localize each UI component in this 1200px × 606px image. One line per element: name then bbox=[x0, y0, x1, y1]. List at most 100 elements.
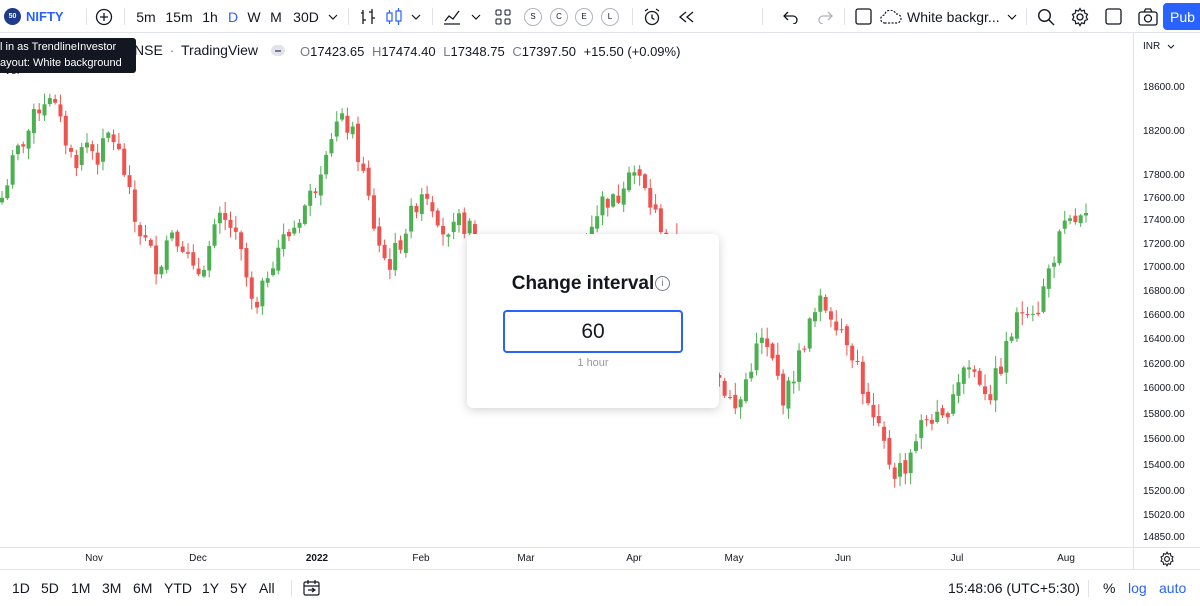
time-axis[interactable]: Nov Dec 2022 Feb Mar Apr May Jun Jul Aug bbox=[0, 547, 1200, 570]
toggle-s-button[interactable]: S bbox=[522, 0, 544, 33]
search-icon[interactable] bbox=[1034, 0, 1058, 33]
price-tick: 16600.00 bbox=[1143, 310, 1185, 321]
interval-input[interactable] bbox=[503, 310, 683, 353]
candle-body bbox=[898, 462, 903, 477]
interval-w[interactable]: W bbox=[245, 0, 263, 33]
candle-body bbox=[945, 413, 950, 418]
candles-style-icon[interactable] bbox=[382, 0, 406, 33]
bar-style-icon[interactable] bbox=[356, 0, 380, 33]
toggle-l-label: L bbox=[601, 7, 619, 26]
top-toolbar: 50 NIFTY 5m 15m 1h D W M 30D S C E L Whi… bbox=[0, 0, 1200, 33]
range-1m[interactable]: 1M bbox=[71, 580, 90, 596]
toggle-l-button[interactable]: L bbox=[599, 0, 621, 33]
candle-body bbox=[600, 196, 605, 216]
alert-clock-icon[interactable] bbox=[640, 0, 664, 33]
range-1d[interactable]: 1D bbox=[12, 580, 30, 596]
range-all[interactable]: All bbox=[259, 580, 275, 596]
interval-30d[interactable]: 30D bbox=[289, 0, 323, 33]
templates-grid-icon[interactable] bbox=[492, 0, 514, 33]
candle-body bbox=[159, 266, 164, 275]
log-scale-toggle[interactable]: log bbox=[1128, 580, 1147, 596]
price-tick: 14850.00 bbox=[1143, 532, 1185, 543]
toggle-e-button[interactable]: E bbox=[573, 0, 595, 33]
symbol-search[interactable]: 50 NIFTY bbox=[4, 0, 68, 33]
redo-icon[interactable] bbox=[814, 0, 836, 33]
replay-rewind-icon[interactable] bbox=[674, 0, 698, 33]
info-icon[interactable]: i bbox=[655, 276, 670, 291]
candle-body bbox=[143, 235, 148, 238]
undo-icon[interactable] bbox=[780, 0, 802, 33]
candle-body bbox=[642, 174, 647, 189]
layout-selector[interactable]: White backgr... bbox=[880, 0, 1002, 33]
interval-15m[interactable]: 15m bbox=[163, 0, 195, 33]
interval-1h[interactable]: 1h bbox=[199, 0, 221, 33]
price-tick: 15800.00 bbox=[1143, 409, 1185, 420]
candle-body bbox=[69, 147, 74, 152]
publish-button[interactable]: Pub bbox=[1163, 3, 1200, 30]
camera-icon[interactable] bbox=[1136, 0, 1160, 33]
candle-body bbox=[366, 167, 371, 196]
legend-source: TradingView bbox=[181, 42, 259, 58]
interval-m[interactable]: M bbox=[267, 0, 285, 33]
candle-body bbox=[239, 232, 244, 250]
candle-body bbox=[1030, 313, 1035, 315]
candle-body bbox=[882, 426, 887, 441]
range-6m[interactable]: 6M bbox=[133, 580, 152, 596]
currency-chevron-down-icon[interactable] bbox=[1167, 44, 1175, 49]
candle-body bbox=[1004, 341, 1009, 373]
tooltip-line-2: ayout: White background bbox=[0, 57, 122, 69]
candle-body bbox=[85, 142, 90, 148]
chart-settings-gear-icon[interactable] bbox=[1133, 548, 1200, 570]
candle-body bbox=[74, 154, 79, 169]
candle-body bbox=[249, 277, 254, 299]
close-value: 17397.50 bbox=[521, 44, 576, 59]
high-value: 17474.40 bbox=[381, 44, 436, 59]
price-scale[interactable]: INR 18600.00 18200.00 17800.00 17600.00 … bbox=[1133, 33, 1200, 547]
collapse-legend-button[interactable] bbox=[271, 45, 285, 56]
toggle-c-button[interactable]: C bbox=[548, 0, 570, 33]
go-to-date-calendar-icon[interactable] bbox=[303, 579, 320, 599]
gear-icon[interactable] bbox=[1068, 0, 1092, 33]
open-key: O bbox=[300, 44, 311, 59]
layout-chevron-down-icon[interactable] bbox=[1004, 0, 1020, 33]
fullscreen-square-icon[interactable] bbox=[852, 0, 874, 33]
indicators-icon[interactable] bbox=[440, 0, 464, 33]
range-5y[interactable]: 5Y bbox=[230, 580, 247, 596]
indicators-chevron-down-icon[interactable] bbox=[468, 0, 484, 33]
candle-body bbox=[759, 337, 764, 343]
candle-body bbox=[414, 206, 419, 213]
candle-body bbox=[749, 371, 754, 379]
range-3m[interactable]: 3M bbox=[102, 580, 121, 596]
interval-d[interactable]: D bbox=[225, 0, 241, 33]
fullscreen-icon[interactable] bbox=[1102, 0, 1124, 33]
candle-body bbox=[807, 318, 812, 349]
price-tick: 16400.00 bbox=[1143, 334, 1185, 345]
candle-body bbox=[265, 278, 270, 283]
range-1y[interactable]: 1Y bbox=[202, 580, 219, 596]
candle-body bbox=[967, 367, 972, 370]
candle-body bbox=[308, 190, 313, 206]
percent-scale-toggle[interactable]: % bbox=[1103, 580, 1115, 596]
time-tick: Dec bbox=[189, 553, 207, 564]
candle-body bbox=[164, 240, 169, 270]
interval-dropdown-chevron-down-icon[interactable] bbox=[325, 0, 341, 33]
auto-scale-toggle[interactable]: auto bbox=[1159, 580, 1186, 596]
candle-body bbox=[903, 460, 908, 474]
candle-body bbox=[42, 104, 47, 116]
candle-body bbox=[302, 205, 307, 224]
time-tick: Aug bbox=[1057, 553, 1075, 564]
clock-timezone[interactable]: 15:48:06 (UTC+5:30) bbox=[948, 580, 1080, 596]
range-ytd[interactable]: YTD bbox=[164, 580, 192, 596]
candle-body bbox=[738, 399, 743, 408]
interval-5m[interactable]: 5m bbox=[132, 0, 160, 33]
candle-body bbox=[1052, 262, 1057, 267]
candle-body bbox=[605, 198, 610, 208]
candle-body bbox=[228, 219, 233, 228]
chart-style-chevron-down-icon[interactable] bbox=[408, 0, 424, 33]
candle-body bbox=[1057, 231, 1062, 264]
candle-body bbox=[148, 239, 153, 246]
price-tick: 17000.00 bbox=[1143, 262, 1185, 273]
candle-body bbox=[1014, 312, 1019, 339]
compare-symbol-icon[interactable] bbox=[93, 0, 115, 33]
range-5d[interactable]: 5D bbox=[41, 580, 59, 596]
